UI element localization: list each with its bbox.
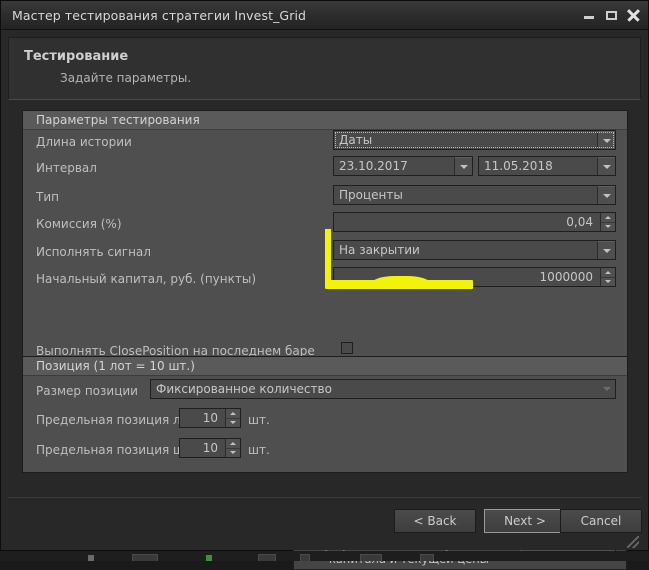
caret-up-icon <box>605 271 611 274</box>
limit-short-step-up[interactable] <box>226 439 240 449</box>
execute-signal-value: На закрытии <box>334 243 597 257</box>
history-length-combobox[interactable]: Даты <box>333 130 616 150</box>
position-size-combobox[interactable]: Фиксированное количество <box>150 379 616 399</box>
chevron-down-icon <box>603 139 611 143</box>
label-execute-signal: Исполнять сигнал <box>36 245 151 259</box>
highlight-annotation-vertical <box>325 229 331 287</box>
limit-long-step-down[interactable] <box>226 419 240 428</box>
close-button[interactable] <box>622 4 644 26</box>
close-position-checkbox[interactable] <box>341 342 353 354</box>
back-button[interactable]: < Back <box>394 509 476 533</box>
caret-down-icon <box>605 225 611 228</box>
caret-up-icon <box>230 442 236 445</box>
limit-long-stepper[interactable] <box>225 409 240 427</box>
minimize-icon <box>584 16 594 19</box>
window-title: Мастер тестирования стратегии Invest_Gri… <box>12 8 578 23</box>
title-bar[interactable]: Мастер тестирования стратегии Invest_Gri… <box>1 1 648 30</box>
taskbar-item <box>300 554 310 561</box>
taskbar-icon <box>88 555 94 561</box>
limit-long-unit: шт. <box>248 413 270 427</box>
cancel-button[interactable]: Cancel <box>560 509 642 533</box>
label-history-length: Длина истории <box>36 135 132 149</box>
date-from-dropdown-button[interactable] <box>454 157 472 175</box>
maximize-icon <box>606 11 617 20</box>
resize-grip[interactable] <box>627 536 639 548</box>
limit-short-stepper[interactable] <box>225 439 240 457</box>
label-interval: Интервал <box>36 161 97 175</box>
commission-step-down[interactable] <box>601 223 615 232</box>
close-icon <box>626 8 640 22</box>
limit-short-spinner[interactable]: 10 <box>179 438 241 458</box>
caret-down-icon <box>605 280 611 283</box>
chevron-down-icon <box>603 387 611 391</box>
interval-date-from-value: 23.10.2017 <box>334 159 454 173</box>
taskbar-item <box>420 554 434 561</box>
history-length-value: Даты <box>334 133 597 147</box>
taskbar-item <box>360 554 382 561</box>
initial-capital-step-down[interactable] <box>601 278 615 287</box>
taskbar-item <box>258 554 276 561</box>
limit-long-step-up[interactable] <box>226 409 240 419</box>
type-value: Проценты <box>334 188 597 202</box>
maximize-button[interactable] <box>600 4 622 26</box>
type-combobox[interactable]: Проценты <box>333 185 616 205</box>
interval-date-from-picker[interactable]: 23.10.2017 <box>333 156 473 176</box>
taskbar-sliver <box>0 551 649 561</box>
wizard-header: Тестирование Задайте параметры. <box>8 37 641 100</box>
history-length-dropdown-button[interactable] <box>597 131 615 149</box>
chevron-down-icon <box>603 194 611 198</box>
position-panel: Позиция (1 лот = 10 шт.) Размер позиции … <box>22 356 628 473</box>
caret-down-icon <box>230 451 236 454</box>
limit-short-value: 10 <box>180 441 225 455</box>
testing-parameters-header: Параметры тестирования <box>23 111 627 130</box>
label-limit-long: Предельная позиция лонг <box>36 413 202 427</box>
page-subtitle: Задайте параметры. <box>24 71 640 85</box>
window-body: Тестирование Задайте параметры. Параметр… <box>1 30 648 550</box>
chevron-down-icon <box>603 165 611 169</box>
limit-short-step-down[interactable] <box>226 449 240 458</box>
position-size-dropdown-button[interactable] <box>598 380 615 398</box>
chevron-down-icon <box>460 165 468 169</box>
next-button[interactable]: Next > <box>484 509 566 533</box>
commission-value: 0,04 <box>334 215 600 229</box>
position-header: Позиция (1 лот = 10 шт.) <box>23 357 627 376</box>
limit-long-spinner[interactable]: 10 <box>179 408 241 428</box>
initial-capital-stepper[interactable] <box>600 268 615 286</box>
commission-stepper[interactable] <box>600 213 615 231</box>
interval-date-to-picker[interactable]: 11.05.2018 <box>478 156 616 176</box>
taskbar-icon <box>206 555 212 561</box>
date-to-dropdown-button[interactable] <box>597 157 615 175</box>
limit-short-unit: шт. <box>248 443 270 457</box>
page-title: Тестирование <box>24 49 640 64</box>
interval-date-to-value: 11.05.2018 <box>479 159 597 173</box>
caret-down-icon <box>230 421 236 424</box>
commission-step-up[interactable] <box>601 213 615 223</box>
highlight-annotation-horizontal <box>325 280 473 289</box>
limit-long-value: 10 <box>180 411 225 425</box>
type-dropdown-button[interactable] <box>597 186 615 204</box>
position-size-value: Фиксированное количество <box>151 382 598 396</box>
chevron-down-icon <box>603 249 611 253</box>
initial-capital-step-up[interactable] <box>601 268 615 278</box>
commission-spinner[interactable]: 0,04 <box>333 212 616 232</box>
caret-up-icon <box>230 412 236 415</box>
execute-signal-dropdown-button[interactable] <box>597 241 615 259</box>
content-pane: Параметры тестирования Длина истории Дат… <box>8 100 641 550</box>
minimize-button[interactable] <box>578 4 600 26</box>
label-commission: Комиссия (%) <box>36 217 122 231</box>
execute-signal-combobox[interactable]: На закрытии <box>333 240 616 260</box>
label-initial-capital: Начальный капитал, руб. (пункты) <box>36 272 256 286</box>
caret-up-icon <box>605 216 611 219</box>
wizard-footer: < Back Next > Cancel <box>8 497 641 550</box>
label-position-size: Размер позиции <box>36 384 138 398</box>
taskbar-item <box>132 554 158 561</box>
label-type: Тип <box>36 190 59 204</box>
wizard-window: Мастер тестирования стратегии Invest_Gri… <box>0 0 649 551</box>
